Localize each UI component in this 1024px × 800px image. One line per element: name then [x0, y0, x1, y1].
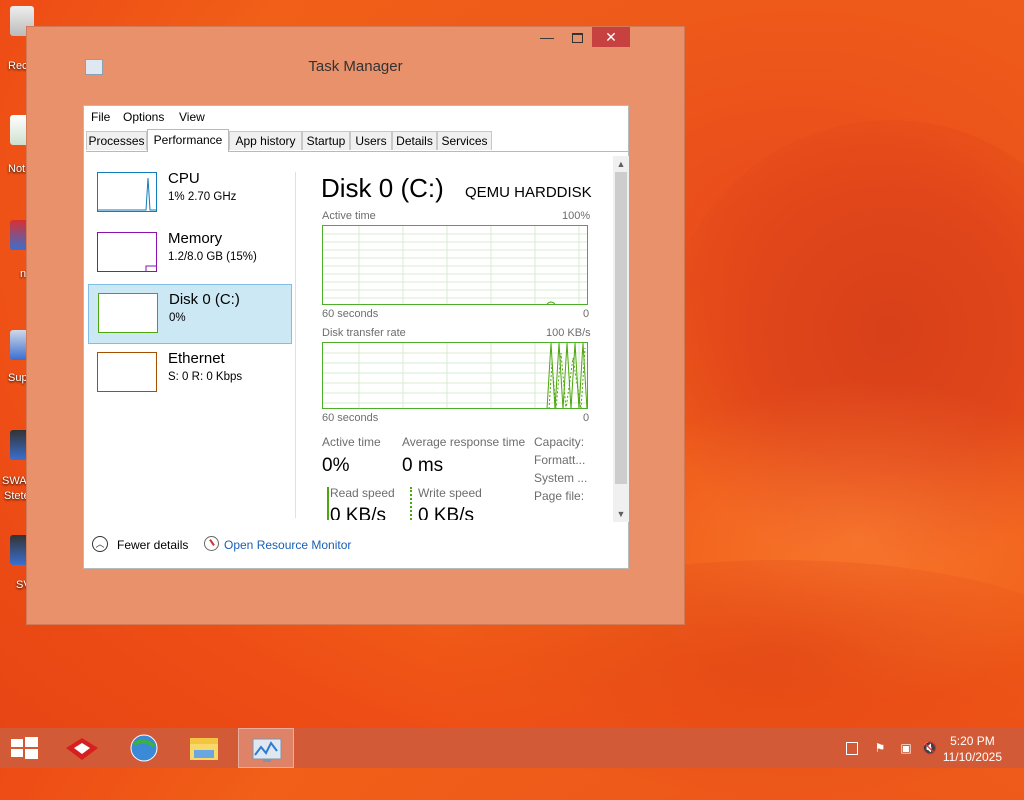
active-time-graph	[322, 225, 588, 305]
read-speed-swatch	[327, 487, 329, 520]
resource-name: Memory	[168, 230, 223, 247]
write-speed-value: 0 KB/s	[418, 505, 474, 520]
taskbar: ⚑ ▣ 🔇 5:20 PM 11/10/2025	[0, 728, 1024, 768]
resource-cpu[interactable]: CPU 1% 2.70 GHz	[88, 164, 292, 224]
red-box-app-icon	[66, 738, 98, 760]
clock-date: 11/10/2025	[942, 750, 1002, 764]
scroll-down-icon[interactable]: ▼	[613, 507, 629, 521]
volume-muted-icon[interactable]: 🔇	[922, 741, 937, 755]
tab-performance[interactable]: Performance	[147, 129, 229, 152]
menu-options[interactable]: Options	[123, 110, 164, 124]
ethernet-mini-graph	[97, 352, 157, 392]
read-speed-value: 0 KB/s	[330, 505, 386, 520]
tab-users[interactable]: Users	[350, 131, 392, 150]
tab-services[interactable]: Services	[437, 131, 492, 150]
prop-formatted: Formatt...	[534, 453, 586, 467]
desktop-icon-label: Sup	[8, 372, 28, 384]
tab-app-history[interactable]: App history	[229, 131, 302, 150]
prop-page-file: Page file:	[534, 489, 585, 503]
active-time-label: Active time	[322, 435, 381, 449]
folder-icon	[190, 738, 218, 760]
graph1-min: 0	[583, 308, 590, 320]
avg-response-label: Average response time	[402, 435, 526, 449]
resource-value: S: 0 R: 0 Kbps	[168, 371, 243, 383]
maximize-icon	[571, 33, 583, 44]
memory-mini-graph	[97, 232, 157, 272]
tab-processes[interactable]: Processes	[86, 131, 147, 150]
graph2-label: Disk transfer rate	[322, 327, 406, 339]
open-resource-monitor-link[interactable]: Open Resource Monitor	[224, 538, 351, 552]
resource-name: Disk 0 (C:)	[169, 291, 240, 308]
tab-startup[interactable]: Startup	[302, 131, 350, 150]
transfer-rate-gridlines	[323, 343, 587, 408]
network-icon[interactable]: ▣	[899, 741, 913, 755]
minimize-button[interactable]: —	[532, 27, 562, 47]
resource-monitor-icon[interactable]	[204, 536, 219, 551]
start-button[interactable]	[0, 728, 48, 768]
resource-value: 1% 2.70 GHz	[168, 191, 237, 203]
taskbar-browser[interactable]	[116, 728, 172, 768]
task-manager-client: File Options View Processes Performance …	[83, 105, 629, 569]
task-manager-window[interactable]: Task Manager — ✕ File Options View Proce…	[26, 26, 685, 625]
taskbar-clock[interactable]: 5:20 PM 11/10/2025	[943, 733, 1002, 765]
scrollbar-thumb[interactable]	[615, 172, 627, 484]
resource-name: CPU	[168, 170, 200, 187]
detail-model: QEMU HARDDISK	[465, 184, 592, 201]
scroll-up-icon[interactable]: ▲	[613, 157, 629, 171]
maximize-button[interactable]	[562, 27, 592, 47]
graph2-min: 0	[583, 412, 590, 424]
resource-memory[interactable]: Memory 1.2/8.0 GB (15%)	[88, 224, 292, 284]
desktop-icon-label: Not	[8, 163, 26, 175]
menu-file[interactable]: File	[91, 110, 110, 124]
action-center-icon[interactable]	[845, 741, 859, 755]
transfer-rate-graph	[322, 342, 588, 409]
active-time-gridlines	[323, 226, 587, 304]
fewer-details-button[interactable]: Fewer details	[117, 538, 188, 552]
graph1-label: Active time	[322, 210, 376, 222]
prop-system: System ...	[534, 471, 588, 485]
resource-name: Ethernet	[168, 350, 225, 367]
write-speed-label: Write speed	[418, 486, 482, 500]
disk-mini-graph	[98, 293, 158, 333]
taskbar-app-1[interactable]	[54, 728, 110, 768]
graph1-max: 100%	[562, 210, 591, 222]
resource-value: 1.2/8.0 GB (15%)	[168, 251, 257, 263]
active-time-value: 0%	[322, 455, 350, 476]
vertical-scrollbar[interactable]: ▲ ▼	[613, 156, 629, 522]
cpu-mini-graph	[97, 172, 157, 212]
tab-strip: Processes Performance App history Startu…	[86, 129, 628, 152]
read-speed-label: Read speed	[330, 486, 395, 500]
resource-disk[interactable]: Disk 0 (C:) 0%	[88, 284, 292, 344]
graph2-max: 100 KB/s	[546, 327, 591, 339]
detail-title: Disk 0 (C:)	[321, 173, 444, 203]
tab-details[interactable]: Details	[392, 131, 437, 150]
chevron-up-icon[interactable]: ︿	[92, 536, 108, 552]
pane-divider[interactable]	[295, 172, 296, 518]
desktop-icon-label: SWA	[2, 475, 27, 487]
taskbar-file-explorer[interactable]	[176, 728, 232, 768]
task-manager-icon	[252, 738, 282, 762]
prop-capacity: Capacity:	[534, 435, 585, 449]
avg-response-value: 0 ms	[402, 455, 444, 476]
clock-time: 5:20 PM	[950, 734, 995, 748]
resource-value: 0%	[169, 312, 186, 324]
menu-view[interactable]: View	[179, 110, 205, 124]
footer-bar: ︿ Fewer details Open Resource Monitor	[84, 530, 628, 570]
windows-logo-icon	[11, 737, 38, 759]
taskbar-task-manager[interactable]	[238, 728, 294, 768]
desktop-icon-label: Rec	[8, 60, 28, 72]
graph2-time: 60 seconds	[322, 412, 379, 424]
resource-ethernet[interactable]: Ethernet S: 0 R: 0 Kbps	[88, 344, 292, 404]
close-button[interactable]: ✕	[592, 27, 630, 47]
browser-globe-icon	[130, 734, 158, 762]
window-title: Task Manager	[308, 58, 403, 75]
flag-icon[interactable]: ⚑	[873, 741, 887, 755]
graph1-time: 60 seconds	[322, 308, 379, 320]
write-speed-swatch	[410, 487, 412, 520]
